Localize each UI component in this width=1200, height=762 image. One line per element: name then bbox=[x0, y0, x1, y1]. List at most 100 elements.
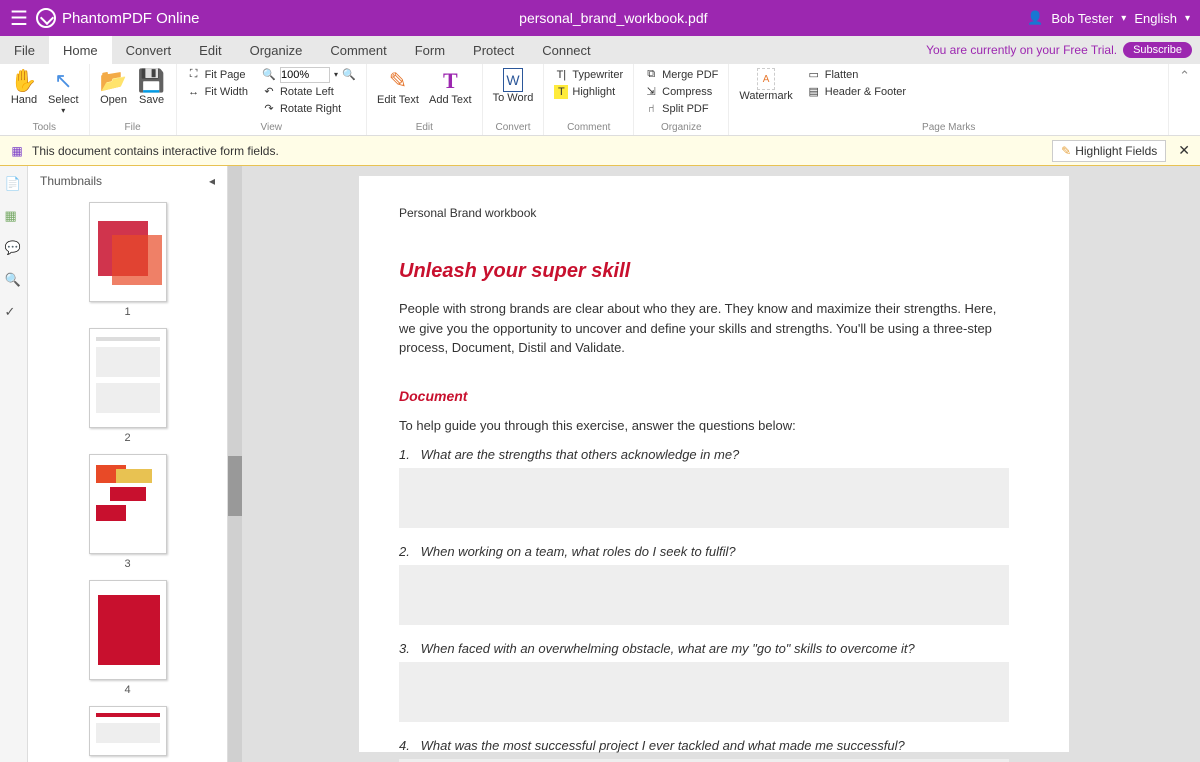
menu-protect[interactable]: Protect bbox=[459, 36, 528, 64]
fit-width-button[interactable]: ↔Fit Width bbox=[183, 83, 252, 100]
zoom-in-icon[interactable]: 🔍 bbox=[342, 68, 356, 82]
watermark-icon: A bbox=[757, 68, 775, 90]
split-icon: ⑁ bbox=[644, 102, 658, 116]
to-word-button[interactable]: WTo Word bbox=[489, 66, 538, 106]
thumbnail-page-5[interactable] bbox=[89, 706, 167, 756]
user-icon: 👤 bbox=[1027, 10, 1043, 26]
signatures-icon[interactable]: ✓ bbox=[5, 304, 23, 322]
edit-text-icon: ✎ bbox=[385, 68, 411, 94]
typewriter-button[interactable]: T|Typewriter bbox=[550, 66, 627, 83]
menu-home[interactable]: Home bbox=[49, 36, 112, 64]
user-name[interactable]: Bob Tester bbox=[1051, 11, 1113, 26]
thumbnails-title: Thumbnails bbox=[40, 174, 102, 188]
menu-convert[interactable]: Convert bbox=[112, 36, 186, 64]
merge-icon: ⧉ bbox=[644, 68, 658, 82]
form-field[interactable] bbox=[399, 565, 1009, 625]
typewriter-icon: T| bbox=[554, 68, 568, 82]
scrollbar-thumb[interactable] bbox=[228, 456, 242, 516]
menu-edit[interactable]: Edit bbox=[185, 36, 235, 64]
document-viewport[interactable]: Personal Brand workbook Unleash your sup… bbox=[228, 166, 1200, 762]
subscribe-button[interactable]: Subscribe bbox=[1123, 42, 1192, 58]
layers-icon[interactable]: ▦ bbox=[5, 208, 23, 226]
save-icon: 💾 bbox=[139, 68, 165, 94]
page-icon[interactable]: 📄 bbox=[5, 176, 23, 194]
menu-comment[interactable]: Comment bbox=[316, 36, 400, 64]
ribbon-group-page-marks: Page Marks bbox=[735, 120, 1162, 135]
trial-message: You are currently on your Free Trial. bbox=[926, 43, 1123, 57]
menu-icon[interactable]: ☰ bbox=[10, 6, 28, 31]
language-dropdown-icon[interactable]: ▾ bbox=[1185, 13, 1190, 24]
menu-organize[interactable]: Organize bbox=[236, 36, 317, 64]
flatten-icon: ▭ bbox=[807, 68, 821, 82]
rotate-right-button[interactable]: ↷Rotate Right bbox=[258, 100, 360, 117]
question-item: 3. When faced with an overwhelming obsta… bbox=[399, 641, 1009, 722]
question-text: 2. When working on a team, what roles do… bbox=[399, 544, 1009, 559]
menubar: File Home Convert Edit Organize Comment … bbox=[0, 36, 1200, 64]
menu-connect[interactable]: Connect bbox=[528, 36, 604, 64]
document-filename: personal_brand_workbook.pdf bbox=[200, 10, 1028, 26]
header-footer-button[interactable]: ▤Header & Footer bbox=[803, 83, 910, 100]
question-text: 1. What are the strengths that others ac… bbox=[399, 447, 1009, 462]
open-button[interactable]: 📂Open bbox=[96, 66, 132, 108]
info-bar: ▦ This document contains interactive for… bbox=[0, 136, 1200, 166]
thumbnail-page-3[interactable] bbox=[89, 454, 167, 554]
section-title: Document bbox=[399, 388, 1009, 404]
question-text: 3. When faced with an overwhelming obsta… bbox=[399, 641, 1009, 656]
highlight-button[interactable]: THighlight bbox=[550, 83, 627, 100]
rotate-left-button[interactable]: ↶Rotate Left bbox=[258, 83, 360, 100]
word-icon: W bbox=[503, 68, 523, 92]
merge-pdf-button[interactable]: ⧉Merge PDF bbox=[640, 66, 722, 83]
highlight-fields-button[interactable]: ✎Highlight Fields bbox=[1052, 140, 1166, 162]
app-header: ☰ PhantomPDF Online personal_brand_workb… bbox=[0, 0, 1200, 36]
zoom-input[interactable] bbox=[280, 67, 330, 83]
add-text-button[interactable]: TAdd Text bbox=[425, 66, 476, 108]
menu-file[interactable]: File bbox=[0, 36, 49, 64]
select-tool-button[interactable]: ↖Select▾ bbox=[44, 66, 83, 117]
user-dropdown-icon[interactable]: ▾ bbox=[1121, 13, 1126, 24]
thumbnails-list[interactable]: 1 2 3 4 bbox=[28, 196, 227, 762]
form-field[interactable] bbox=[399, 468, 1009, 528]
workspace: 📄 ▦ 💬 🔍 ✓ Thumbnails ◂ 1 2 3 4 Personal … bbox=[0, 166, 1200, 762]
language-selector[interactable]: English bbox=[1134, 11, 1177, 26]
sidebar: 📄 ▦ 💬 🔍 ✓ bbox=[0, 166, 28, 762]
question-item: 2. When working on a team, what roles do… bbox=[399, 544, 1009, 625]
ribbon-group-comment: Comment bbox=[550, 120, 627, 135]
ribbon-group-tools: Tools bbox=[6, 120, 83, 135]
comments-icon[interactable]: 💬 bbox=[5, 240, 23, 258]
app-logo-icon bbox=[36, 8, 56, 28]
question-item: 4. What was the most successful project … bbox=[399, 738, 1009, 762]
page-paragraph: People with strong brands are clear abou… bbox=[399, 299, 1009, 358]
ribbon: ✋Hand ↖Select▾ Tools 📂Open 💾Save File ⛶F… bbox=[0, 64, 1200, 136]
thumbnail-page-1[interactable] bbox=[89, 202, 167, 302]
collapse-thumbnails-button[interactable]: ◂ bbox=[209, 174, 215, 188]
ribbon-group-convert: Convert bbox=[489, 120, 538, 135]
close-info-bar-button[interactable]: ✕ bbox=[1178, 142, 1190, 159]
ribbon-group-file: File bbox=[96, 120, 170, 135]
ribbon-group-view: View bbox=[183, 120, 360, 135]
section-intro: To help guide you through this exercise,… bbox=[399, 416, 1009, 436]
app-title: PhantomPDF Online bbox=[62, 10, 200, 27]
thumbnail-page-4[interactable] bbox=[89, 580, 167, 680]
question-list: 1. What are the strengths that others ac… bbox=[399, 447, 1009, 762]
flatten-button[interactable]: ▭Flatten bbox=[803, 66, 910, 83]
split-pdf-button[interactable]: ⑁Split PDF bbox=[640, 100, 722, 117]
edit-text-button[interactable]: ✎Edit Text bbox=[373, 66, 423, 108]
info-bar-text: This document contains interactive form … bbox=[32, 144, 279, 158]
ribbon-group-edit: Edit bbox=[373, 120, 476, 135]
form-info-icon: ▦ bbox=[10, 144, 24, 158]
save-button[interactable]: 💾Save bbox=[134, 66, 170, 108]
zoom-out-icon[interactable]: 🔍 bbox=[262, 68, 276, 82]
hand-tool-button[interactable]: ✋Hand bbox=[6, 66, 42, 108]
fit-page-button[interactable]: ⛶Fit Page bbox=[183, 66, 252, 83]
compress-button[interactable]: ⇲Compress bbox=[640, 83, 722, 100]
menu-form[interactable]: Form bbox=[401, 36, 459, 64]
folder-open-icon: 📂 bbox=[101, 68, 127, 94]
thumbnail-page-2[interactable] bbox=[89, 328, 167, 428]
watermark-button[interactable]: AWatermark bbox=[735, 66, 796, 104]
collapse-ribbon-button[interactable]: ⌃ bbox=[1169, 64, 1200, 135]
search-icon[interactable]: 🔍 bbox=[5, 272, 23, 290]
hand-icon: ✋ bbox=[11, 68, 37, 94]
form-field[interactable] bbox=[399, 662, 1009, 722]
page-title: Unleash your super skill bbox=[399, 260, 1009, 283]
compress-icon: ⇲ bbox=[644, 85, 658, 99]
